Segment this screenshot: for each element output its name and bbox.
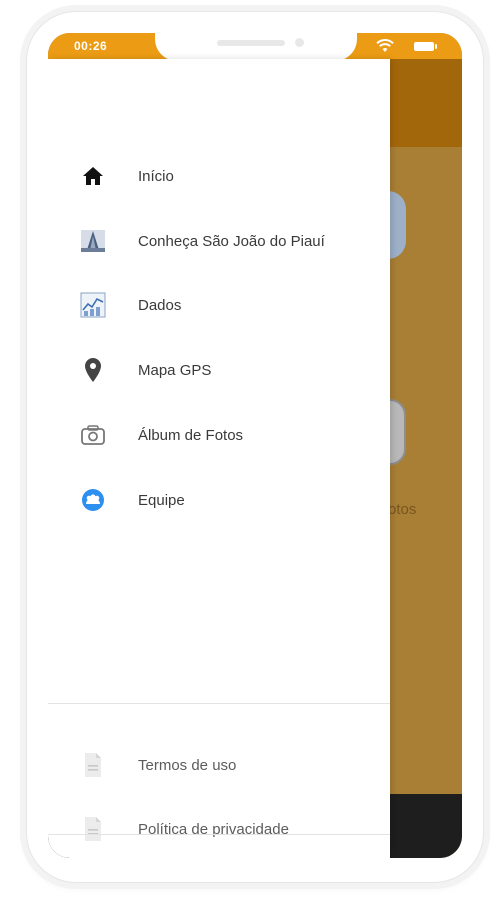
- drawer-item-privacidade[interactable]: Política de privacidade: [48, 804, 390, 854]
- drawer-item-label: Álbum de Fotos: [138, 426, 244, 444]
- status-bar: 00:26: [48, 33, 462, 61]
- drawer-item-label: Mapa GPS: [138, 361, 212, 379]
- map-pin-icon: [80, 357, 106, 383]
- drawer-item-label: Dados: [138, 296, 182, 314]
- document-icon: [80, 752, 106, 778]
- data-chart-icon: [80, 292, 106, 318]
- drawer-divider: [48, 834, 390, 835]
- drawer-item-conheca[interactable]: Conheça São João do Piauí: [48, 216, 390, 266]
- battery-icon: [414, 42, 437, 51]
- camera-icon: [80, 422, 106, 448]
- drawer-item-mapa-gps[interactable]: Mapa GPS: [48, 345, 390, 395]
- drawer-item-label: Início: [138, 167, 174, 185]
- speaker: [217, 40, 285, 46]
- drawer-item-label: Conheça São João do Piauí: [138, 232, 325, 250]
- tile-label-partial: otos: [388, 501, 417, 518]
- drawer-item-album[interactable]: Álbum de Fotos: [48, 410, 390, 460]
- church-icon: [80, 228, 106, 254]
- drawer-item-dados[interactable]: Dados: [48, 280, 390, 330]
- drawer-item-label: Equipe: [138, 491, 185, 509]
- status-time: 00:26: [74, 39, 108, 53]
- team-icon: [80, 487, 106, 513]
- home-icon: [80, 163, 106, 189]
- document-icon: [80, 816, 106, 842]
- drawer-item-termos[interactable]: Termos de uso: [48, 740, 390, 790]
- wifi-icon: [376, 39, 394, 52]
- device-screen: 00:26 otos Início Conheça São João do Pi…: [48, 33, 462, 858]
- drawer-item-equipe[interactable]: Equipe: [48, 475, 390, 525]
- navigation-drawer: Início Conheça São João do Piauí Dados M…: [48, 59, 390, 858]
- front-camera: [295, 38, 304, 47]
- drawer-item-inicio[interactable]: Início: [48, 151, 390, 201]
- notch: [155, 33, 357, 61]
- drawer-item-label: Termos de uso: [138, 756, 237, 774]
- drawer-divider: [48, 703, 390, 704]
